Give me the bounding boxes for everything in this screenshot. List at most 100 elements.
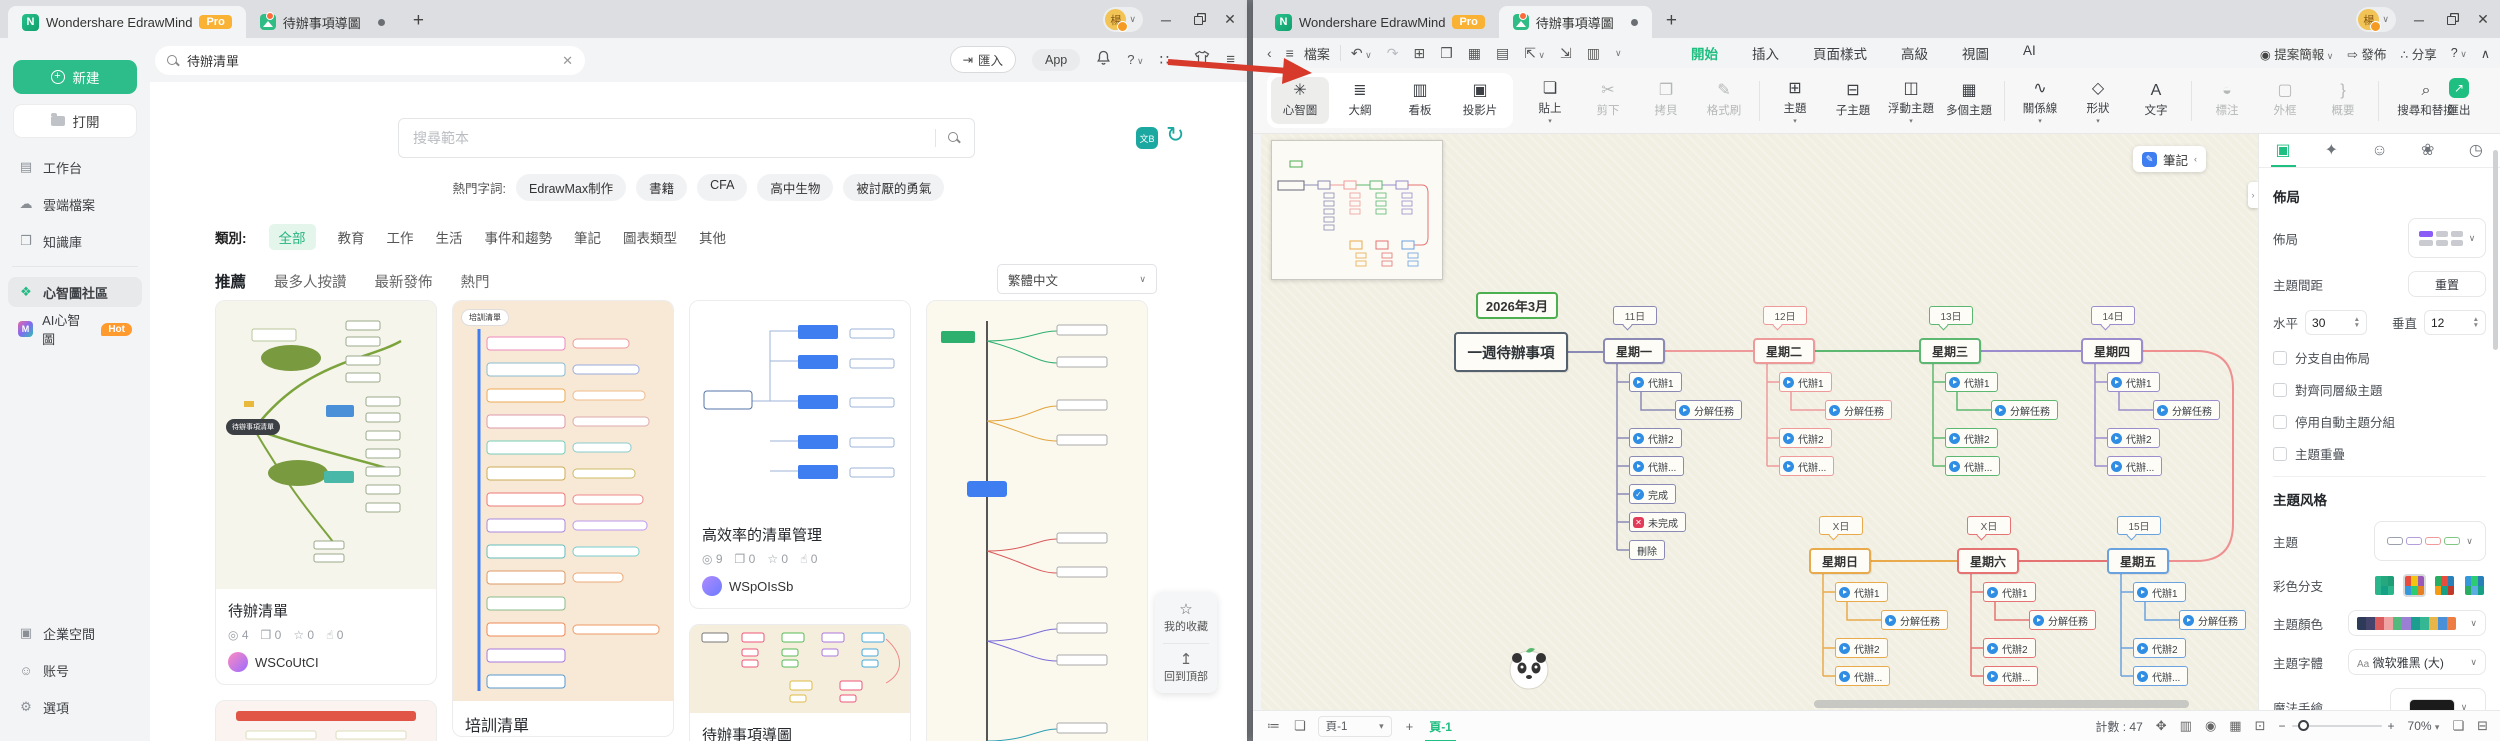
undo-button[interactable]: ↶ ∨ xyxy=(1351,45,1372,62)
mascot-avatar[interactable] xyxy=(1506,646,1552,692)
global-search-input[interactable]: 待辦清單 ✕ xyxy=(155,46,585,75)
task-node[interactable]: 代辦2 xyxy=(2107,428,2160,448)
theme-color-dropdown[interactable]: ∨ xyxy=(2348,610,2486,636)
ribbon-shape-button[interactable]: ◇ 形狀 ▾ xyxy=(2069,75,2127,127)
ribbon-subtopic-button[interactable]: ⊟ 子主題 xyxy=(1824,77,1882,124)
notification-bell-icon[interactable] xyxy=(1096,50,1111,70)
branch-color-tile[interactable] xyxy=(2403,574,2426,597)
theme-font-dropdown[interactable]: Aa 微软雅黑 (大) ∨ xyxy=(2348,649,2486,675)
ribbon-text-button[interactable]: A 文字 xyxy=(2127,77,2185,124)
board-view-icon[interactable]: ▦ xyxy=(2229,718,2241,734)
tab-home[interactable]: N Wondershare EdrawMind Pro xyxy=(1261,6,1499,38)
panel-tab-format[interactable]: ▣ xyxy=(2259,134,2307,167)
task-node[interactable]: 代辦1 xyxy=(1629,372,1682,392)
task-node[interactable]: 代辦2 xyxy=(2133,638,2186,658)
category-item[interactable]: 工作 xyxy=(387,227,414,247)
sort-tab[interactable]: 熱門 xyxy=(461,271,490,292)
my-favorites-button[interactable]: ☆ 我的收藏 xyxy=(1155,592,1217,643)
hot-keyword-pill[interactable]: 書籍 xyxy=(636,174,688,201)
export-share-icon[interactable]: ⇱ ∨ xyxy=(1524,45,1545,62)
menu-tab-插入[interactable]: 插入 xyxy=(1752,43,1779,63)
ribbon-topic-button[interactable]: ⊞ 主題 ▾ xyxy=(1766,75,1824,127)
hot-keyword-pill[interactable]: CFA xyxy=(697,174,748,201)
task-node[interactable]: ✓ 完成 xyxy=(1629,484,1676,504)
theme-shirt-icon[interactable] xyxy=(1194,50,1210,69)
panel-collapse-handle[interactable]: › xyxy=(2248,182,2258,208)
task-node[interactable]: 代辦1 xyxy=(1945,372,1998,392)
task-node[interactable]: 代辦... xyxy=(2133,666,2189,686)
sidebar-item-library[interactable]: ❒ 知識庫 xyxy=(8,226,142,256)
horizontal-spacing-stepper[interactable]: 30 ▲ ▼ xyxy=(2305,310,2368,335)
new-file-icon[interactable]: ⊞ xyxy=(1413,45,1425,62)
zoom-level[interactable]: 70% ▾ xyxy=(2408,719,2440,733)
template-card-partial[interactable] xyxy=(215,700,437,741)
date-callout-node[interactable]: 15日 xyxy=(2117,516,2161,541)
slideshow-icon[interactable]: ◉ xyxy=(2205,718,2216,734)
new-tab-button[interactable]: + xyxy=(1666,10,1677,32)
category-item[interactable]: 筆記 xyxy=(574,227,601,247)
ribbon-paste-button[interactable]: ❏ 貼上 ▾ xyxy=(1521,75,1579,127)
category-item[interactable]: 事件和趨勢 xyxy=(485,227,553,247)
new-button[interactable]: + 新建 xyxy=(13,60,137,94)
menu-tab-高級[interactable]: 高級 xyxy=(1901,43,1928,63)
layout-dropdown[interactable]: ∨ xyxy=(2408,218,2486,258)
minimap[interactable] xyxy=(1271,140,1443,280)
ribbon-floating-topic-button[interactable]: ◫ 浮動主題 ▾ xyxy=(1882,75,1940,127)
card-author[interactable]: WSpOIsSb xyxy=(690,566,910,608)
menu-tab-頁面樣式[interactable]: 頁面樣式 xyxy=(1813,43,1867,63)
menu-tab-視圖[interactable]: 視圖 xyxy=(1962,43,1989,63)
template-card[interactable]: 待辦事項導圖 ◎ 5 ❐ 1 ☆ 1 ☝ 0 xyxy=(689,624,911,741)
export-button[interactable]: ↗ 匯出 xyxy=(2432,78,2486,118)
task-node[interactable]: 代辦1 xyxy=(1983,582,2036,602)
task-node[interactable]: 代辦2 xyxy=(1835,638,1888,658)
panel-tab-sticker[interactable]: ☺ xyxy=(2355,134,2403,167)
close-button[interactable]: ✕ xyxy=(2474,11,2492,28)
task-node[interactable]: 分解任務 xyxy=(1991,400,2058,420)
task-node[interactable]: 刪除 xyxy=(1629,540,1665,560)
page-select[interactable]: 頁-1 ▾ xyxy=(1317,715,1392,737)
branch-color-tile[interactable] xyxy=(2373,574,2396,597)
task-node[interactable]: 代辦... xyxy=(1629,456,1685,476)
sidebar-item-community[interactable]: ❖ 心智圖社區 xyxy=(8,277,142,307)
save-as-icon[interactable]: ▥ xyxy=(1587,45,1600,62)
task-node[interactable]: 代辦2 xyxy=(1983,638,2036,658)
branch-color-tile[interactable] xyxy=(2463,574,2486,597)
ribbon-mindmap-button[interactable]: ✳ 心智圖 xyxy=(1271,77,1329,124)
hot-keyword-pill[interactable]: 高中生物 xyxy=(757,174,834,201)
ribbon-slides-button[interactable]: ▣ 投影片 xyxy=(1451,77,1509,124)
sort-tab[interactable]: 最新發佈 xyxy=(375,271,433,292)
share-button[interactable]: ∴ 分享 xyxy=(2400,44,2436,63)
clear-search-icon[interactable]: ✕ xyxy=(562,53,573,69)
day-topic-node[interactable]: 星期一 xyxy=(1603,338,1665,364)
card-title[interactable]: 待辦事項導圖 xyxy=(690,713,910,741)
category-item[interactable]: 生活 xyxy=(436,227,463,247)
card-title[interactable]: 待辦清單 xyxy=(216,589,436,621)
task-node[interactable]: 代辦1 xyxy=(2107,372,2160,392)
page-tab[interactable]: 頁-1 xyxy=(1425,718,1456,741)
hot-keyword-pill[interactable]: 被討厭的勇氣 xyxy=(843,174,945,201)
template-search-input[interactable]: 搜尋範本 xyxy=(398,118,975,158)
panel-tab-theme[interactable]: ❀ xyxy=(2404,134,2452,167)
sort-tab[interactable]: 最多人按讚 xyxy=(274,271,347,292)
checkbox[interactable] xyxy=(2273,446,2287,461)
category-item[interactable]: 其他 xyxy=(699,227,726,247)
more-tools-icon[interactable]: ∨ xyxy=(1615,48,1622,59)
restore-button[interactable] xyxy=(1189,12,1207,28)
sidebar-item-cloud[interactable]: ☁ 雲端檔案 xyxy=(8,189,142,219)
add-page-button[interactable]: + xyxy=(1406,719,1414,734)
refresh-icon[interactable]: ↻ xyxy=(1166,122,1184,148)
print-icon[interactable]: ▤ xyxy=(1496,45,1509,62)
task-node[interactable]: 分解任務 xyxy=(2029,610,2096,630)
date-callout-node[interactable]: X日 xyxy=(1819,516,1863,541)
task-node[interactable]: 分解任務 xyxy=(1825,400,1892,420)
panel-scrollbar[interactable] xyxy=(2493,150,2498,350)
category-item[interactable]: 教育 xyxy=(338,227,365,247)
day-topic-node[interactable]: 星期日 xyxy=(1809,548,1871,574)
account-menu[interactable]: 楊 ∨ xyxy=(2356,7,2396,32)
horizontal-scrollbar[interactable] xyxy=(1814,700,2189,708)
hot-keyword-pill[interactable]: EdrawMax制作 xyxy=(516,174,627,201)
zoom-knob[interactable] xyxy=(2297,720,2309,731)
fit-window-icon[interactable]: ⊟ xyxy=(2477,718,2488,734)
fit-map-icon[interactable]: ⊡ xyxy=(2255,718,2266,734)
help-menu[interactable]: ? ∨ xyxy=(1127,52,1143,67)
